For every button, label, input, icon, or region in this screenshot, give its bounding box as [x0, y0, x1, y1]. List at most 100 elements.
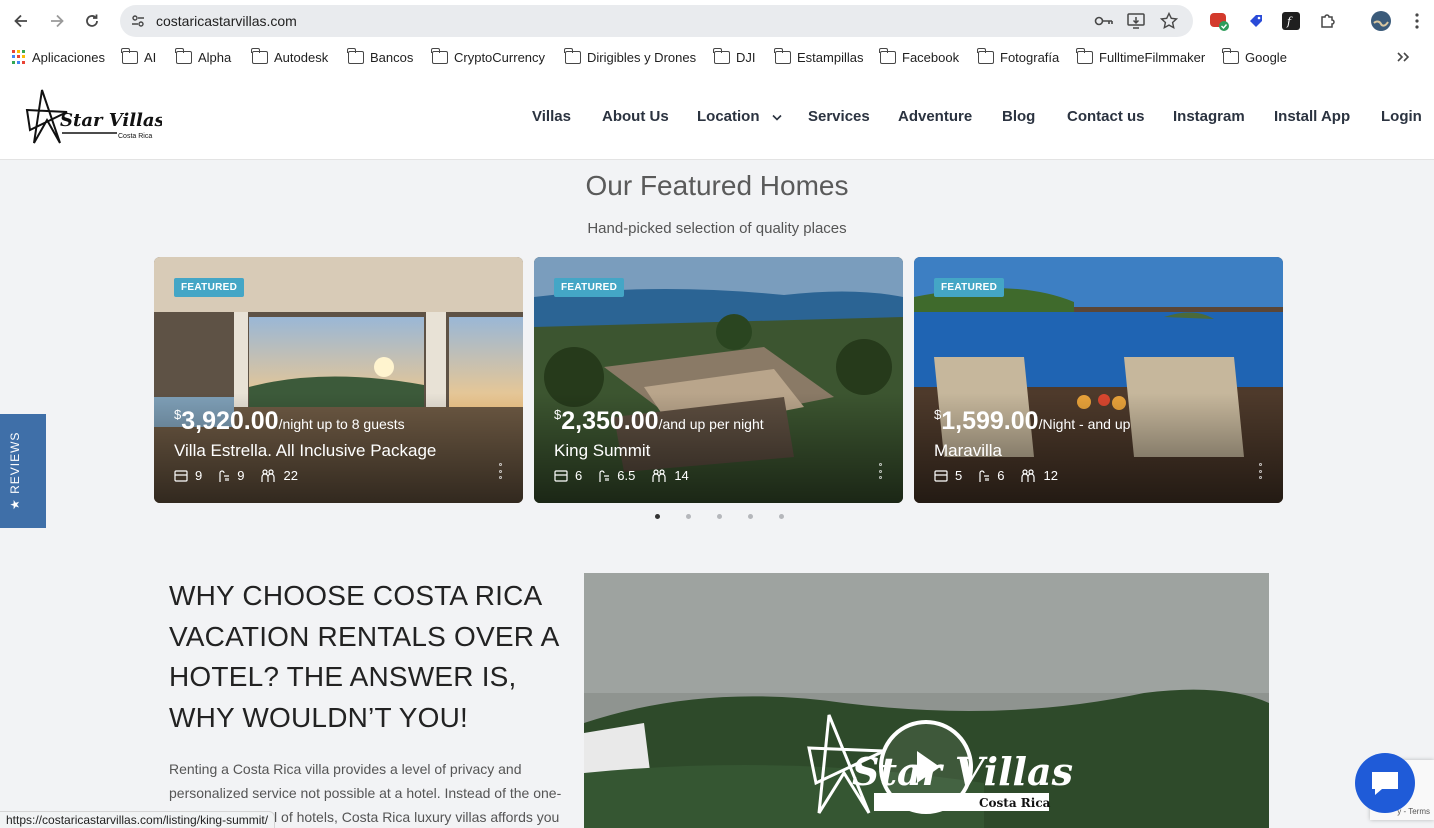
- bookmark-label: Bancos: [370, 49, 414, 65]
- property-card-villa-estrella[interactable]: FEATURED $3,920.00/night up to 8 guests …: [154, 257, 523, 503]
- carousel-dot-1[interactable]: [655, 514, 660, 519]
- url-text[interactable]: costaricastarvillas.com: [156, 13, 297, 29]
- featured-title: Our Featured Homes: [585, 170, 849, 201]
- featured-badge: FEATURED: [174, 278, 245, 297]
- folder-icon: [977, 47, 994, 64]
- bed-icon: [174, 469, 188, 482]
- address-bar[interactable]: costaricastarvillas.com: [120, 5, 1193, 37]
- price-period: /and up per night: [658, 416, 764, 432]
- recaptcha-terms[interactable]: y - Terms: [1397, 807, 1430, 816]
- bookmark-label: Alpha: [198, 49, 232, 65]
- profile-avatar-icon[interactable]: [1370, 10, 1392, 32]
- browser-toolbar: costaricastarvillas.com f: [0, 0, 1434, 42]
- bookmark-alpha[interactable]: Alpha: [175, 47, 232, 65]
- nav-instagram[interactable]: Instagram: [1173, 108, 1245, 125]
- folder-icon: [347, 47, 364, 64]
- nav-blog[interactable]: Blog: [1002, 108, 1035, 125]
- bookmark-label: Estampillas: [797, 49, 864, 65]
- nav-services[interactable]: Services: [808, 108, 870, 125]
- logo-text: Star Villas: [60, 110, 162, 131]
- carousel-dot-4[interactable]: [748, 514, 753, 519]
- carousel-dot-3[interactable]: [717, 514, 722, 519]
- apps-grid-icon: [12, 50, 26, 64]
- nav-about-us[interactable]: About Us: [602, 108, 669, 125]
- property-card-king-summit[interactable]: FEATURED $2,350.00/and up per night King…: [534, 257, 903, 503]
- why-heading: WHY CHOOSE COSTA RICA VACATION RENTALS O…: [169, 580, 558, 733]
- promo-video[interactable]: Star Villas Costa Rica: [584, 573, 1269, 828]
- bookmark-label: Facebook: [902, 49, 960, 65]
- nav-location-label: Location: [697, 108, 760, 125]
- logo-subtext: Costa Rica: [118, 133, 152, 140]
- nav-location[interactable]: Location: [697, 108, 782, 125]
- bookmark-fulltimefilmmaker[interactable]: FulltimeFilmmaker: [1076, 47, 1206, 65]
- nav-login[interactable]: Login: [1381, 108, 1422, 125]
- bookmark-dirigibles[interactable]: Dirigibles y Drones: [564, 47, 697, 65]
- bookmark-aplicaciones[interactable]: Aplicaciones: [12, 49, 105, 65]
- carousel-dot-2[interactable]: [686, 514, 691, 519]
- extensions-puzzle-icon[interactable]: [1317, 10, 1339, 32]
- bed-icon: [934, 469, 948, 482]
- bookmark-dji[interactable]: DJI: [713, 47, 756, 65]
- price-period: /Night - and up: [1038, 416, 1131, 432]
- bookmark-autodesk[interactable]: Autodesk: [251, 47, 328, 65]
- folder-icon: [564, 47, 581, 64]
- bathrooms-count: 6: [997, 468, 1005, 483]
- more-bookmarks-icon[interactable]: [1396, 49, 1410, 65]
- bookmark-label: Dirigibles y Drones: [587, 49, 697, 65]
- card-price: $1,599.00/Night - and up: [934, 407, 1130, 436]
- card-title[interactable]: King Summit: [554, 441, 650, 461]
- nav-adventure[interactable]: Adventure: [898, 108, 972, 125]
- site-logo[interactable]: Star Villas Costa Rica: [22, 88, 165, 148]
- reviews-tab[interactable]: ★ REVIEWS: [0, 414, 46, 528]
- folder-icon: [1076, 47, 1093, 64]
- nav-contact-us[interactable]: Contact us: [1067, 108, 1145, 125]
- bathrooms-count: 6.5: [617, 468, 636, 483]
- folder-icon: [175, 47, 192, 64]
- carousel-pagination: [655, 514, 784, 519]
- bookmark-label: Fotografía: [1000, 49, 1060, 65]
- guests-count: 22: [283, 468, 298, 483]
- bookmark-fotografia[interactable]: Fotografía: [977, 47, 1060, 65]
- nav-villas[interactable]: Villas: [532, 108, 571, 125]
- bookmarks-bar: Aplicaciones AI Alpha Autodesk Bancos Cr…: [0, 42, 1434, 72]
- key-icon[interactable]: [1094, 11, 1114, 31]
- bookmark-google[interactable]: Google: [1222, 47, 1287, 65]
- browser-menu-icon[interactable]: [1406, 10, 1428, 32]
- card-title[interactable]: Villa Estrella. All Inclusive Package: [174, 441, 436, 461]
- chat-button[interactable]: [1355, 753, 1415, 813]
- nav-install-app[interactable]: Install App: [1274, 108, 1350, 125]
- bookmark-facebook[interactable]: Facebook: [879, 47, 960, 65]
- site-settings-icon[interactable]: [128, 11, 148, 31]
- extension-tag-icon[interactable]: [1245, 10, 1267, 32]
- extension-font-icon[interactable]: f: [1280, 10, 1302, 32]
- bookmark-bancos[interactable]: Bancos: [347, 47, 414, 65]
- install-app-icon[interactable]: [1126, 11, 1146, 31]
- guests-icon: [652, 468, 666, 482]
- card-price: $2,350.00/and up per night: [554, 407, 764, 436]
- folder-icon: [121, 47, 138, 64]
- card-menu-icon[interactable]: [497, 463, 503, 479]
- carousel-dot-5[interactable]: [779, 514, 784, 519]
- bookmark-estampillas[interactable]: Estampillas: [774, 47, 864, 65]
- card-price: $3,920.00/night up to 8 guests: [174, 407, 405, 436]
- bookmark-label: FulltimeFilmmaker: [1099, 49, 1206, 65]
- folder-icon: [774, 47, 791, 64]
- card-menu-icon[interactable]: [877, 463, 883, 479]
- property-card-maravilla[interactable]: FEATURED $1,599.00/Night - and up Maravi…: [914, 257, 1283, 503]
- card-stats: 9 9 22: [174, 468, 314, 483]
- reload-icon[interactable]: [80, 9, 104, 33]
- forward-icon[interactable]: [45, 9, 69, 33]
- chat-bubble-icon: [1372, 772, 1398, 795]
- bedrooms-count: 9: [195, 468, 203, 483]
- folder-icon: [1222, 47, 1239, 64]
- back-icon[interactable]: [9, 9, 33, 33]
- bookmark-ai[interactable]: AI: [121, 47, 156, 65]
- star-bookmark-icon[interactable]: [1159, 11, 1179, 31]
- card-title[interactable]: Maravilla: [934, 441, 1002, 461]
- extension-red-icon[interactable]: [1209, 10, 1231, 32]
- bookmark-label: CryptoCurrency: [454, 49, 546, 65]
- bedrooms-count: 6: [575, 468, 583, 483]
- folder-icon: [713, 47, 730, 64]
- bookmark-cryptocurrency[interactable]: CryptoCurrency: [431, 47, 546, 65]
- card-menu-icon[interactable]: [1257, 463, 1263, 479]
